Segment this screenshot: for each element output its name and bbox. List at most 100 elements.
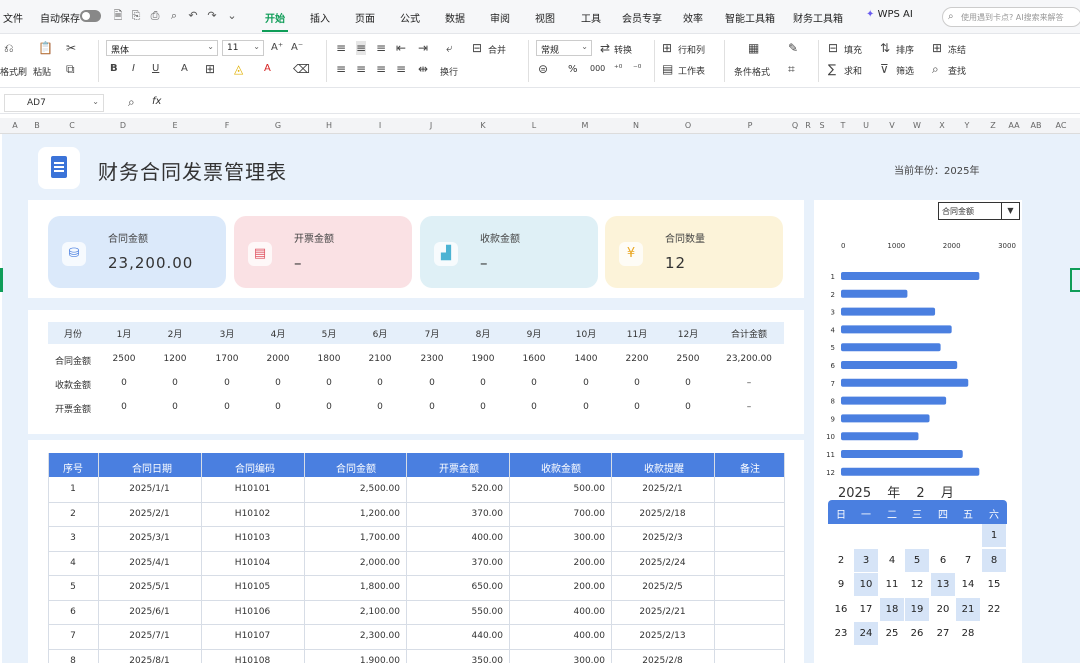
calendar-day[interactable]: 14 <box>956 573 980 596</box>
column-header-c[interactable]: C <box>69 121 75 130</box>
calendar-day[interactable]: 5 <box>905 548 929 572</box>
column-header-aa[interactable]: AA <box>1008 121 1019 130</box>
sort-icon[interactable]: ⇅ <box>880 41 890 55</box>
calendar-day[interactable]: 13 <box>931 573 955 596</box>
wrap-text-button[interactable]: 换行 <box>440 65 458 78</box>
find-button[interactable]: 查找 <box>948 64 966 77</box>
merge-button[interactable]: 合并 <box>488 43 506 56</box>
autosave-toggle[interactable] <box>80 10 101 22</box>
fill-color-icon[interactable]: ◬ <box>234 62 243 76</box>
clear-format-icon[interactable]: ⌫ <box>293 62 310 76</box>
column-header-h[interactable]: H <box>326 121 332 130</box>
calendar-day[interactable]: 26 <box>905 622 929 645</box>
sort-button[interactable]: 排序 <box>896 43 914 56</box>
convert-button[interactable]: 转换 <box>614 43 632 56</box>
tab-view[interactable]: 视图 <box>535 10 555 25</box>
table-style-icon[interactable]: ⌗ <box>788 62 795 76</box>
calendar-day[interactable]: 11 <box>880 573 904 596</box>
italic-icon[interactable]: I <box>132 62 135 76</box>
column-header-t[interactable]: T <box>841 121 846 130</box>
column-header-i[interactable]: I <box>379 121 381 130</box>
number-format-select[interactable]: 常规 ⌄ <box>536 40 592 56</box>
column-header-z[interactable]: Z <box>990 121 995 130</box>
column-header-x[interactable]: X <box>939 121 944 130</box>
tab-home[interactable]: 开始 <box>265 10 285 25</box>
merge-icon[interactable]: ⊟ <box>472 41 482 55</box>
column-header-l[interactable]: L <box>532 121 536 130</box>
thousands-button[interactable]: 000 <box>590 64 605 73</box>
percent-button[interactable]: % <box>568 64 578 75</box>
sum-icon[interactable]: ∑ <box>828 62 836 76</box>
format-painter-icon[interactable]: ⎌ <box>4 41 14 55</box>
justify-icon[interactable]: ≡ <box>396 62 406 76</box>
save-icon[interactable]: 🗎 <box>112 10 124 22</box>
column-header-u[interactable]: U <box>863 121 869 130</box>
align-left-icon[interactable]: ≡ <box>336 62 346 76</box>
column-header-b[interactable]: B <box>34 121 40 130</box>
filter-button[interactable]: 筛选 <box>896 64 914 77</box>
format-painter-button[interactable]: 格式刷 <box>0 65 27 78</box>
metric-dropdown[interactable]: 合同金额 ▼ <box>938 202 1020 220</box>
column-header-j[interactable]: J <box>430 121 432 130</box>
conditional-format-button[interactable]: 条件格式 <box>734 65 770 78</box>
calendar-day[interactable]: 6 <box>931 549 955 572</box>
calendar-day[interactable]: 10 <box>854 573 878 596</box>
print-preview-icon[interactable]: ⌕ <box>168 10 180 22</box>
decrease-font-icon[interactable]: A⁻ <box>291 41 303 55</box>
calendar-day[interactable]: 24 <box>854 622 878 645</box>
calendar-day[interactable]: 4 <box>880 549 904 572</box>
currency-icon[interactable]: ⊜ <box>538 62 548 76</box>
calendar-day[interactable]: 23 <box>829 622 853 645</box>
find-icon[interactable]: ⌕ <box>932 62 939 76</box>
border-icon[interactable]: ⊞ <box>205 62 215 76</box>
font-name-select[interactable]: 黑体 ⌄ <box>106 40 218 56</box>
sum-button[interactable]: 求和 <box>844 64 862 77</box>
column-header-v[interactable]: V <box>889 121 894 130</box>
bold-icon[interactable]: B <box>110 62 118 76</box>
tab-formula[interactable]: 公式 <box>400 10 420 25</box>
align-center-icon[interactable]: ≡ <box>356 62 366 76</box>
tab-data[interactable]: 数据 <box>445 10 465 25</box>
tab-review[interactable]: 审阅 <box>490 10 510 25</box>
redo-icon[interactable]: ↷ <box>206 10 218 22</box>
row-col-button[interactable]: 行和列 <box>678 43 705 56</box>
chevron-down-icon[interactable]: ⌄ <box>226 10 238 22</box>
tab-efficiency[interactable]: 效率 <box>683 10 703 25</box>
insert-function-button[interactable]: fx <box>152 96 161 107</box>
calendar-day[interactable]: 20 <box>931 598 955 621</box>
conditional-format-icon[interactable]: ▦ <box>748 41 759 55</box>
undo-icon[interactable]: ↶ <box>187 10 199 22</box>
zoom-icon[interactable]: ⌕ <box>128 95 135 109</box>
row-col-icon[interactable]: ⊞ <box>662 41 672 55</box>
font-color-icon[interactable]: A <box>264 62 271 76</box>
paste-button[interactable]: 粘贴 <box>33 65 51 78</box>
calendar-day[interactable]: 21 <box>956 597 980 621</box>
calendar-day[interactable]: 22 <box>982 598 1006 621</box>
wps-ai-button[interactable]: ✦ WPS AI <box>866 9 913 20</box>
calendar-day[interactable]: 28 <box>956 622 980 645</box>
column-header-r[interactable]: R <box>805 121 811 130</box>
print-icon[interactable]: ⎙ <box>149 10 161 22</box>
tab-insert[interactable]: 插入 <box>310 10 330 25</box>
formula-input[interactable] <box>172 94 1072 112</box>
calendar-day[interactable]: 15 <box>982 573 1006 596</box>
tab-page[interactable]: 页面 <box>355 10 375 25</box>
paste-icon[interactable]: 📋 <box>38 41 53 55</box>
align-bottom-icon[interactable]: ≡ <box>376 41 386 55</box>
name-box[interactable]: AD7 ⌄ <box>4 94 104 112</box>
calendar-day[interactable]: 8 <box>982 548 1006 572</box>
column-header-p[interactable]: P <box>748 121 753 130</box>
underline-icon[interactable]: U <box>152 62 159 76</box>
indent-increase-icon[interactable]: ⇥ <box>418 41 428 55</box>
calendar-day[interactable]: 17 <box>854 598 878 621</box>
distributed-icon[interactable]: ⇹ <box>418 62 428 76</box>
align-right-icon[interactable]: ≡ <box>376 62 386 76</box>
align-middle-icon[interactable]: ≡ <box>356 41 367 55</box>
column-header-q[interactable]: Q <box>792 121 798 130</box>
calendar-day[interactable]: 16 <box>829 598 853 621</box>
column-header-n[interactable]: N <box>633 121 639 130</box>
column-header-ab[interactable]: AB <box>1031 121 1042 130</box>
tab-finance-toolbox[interactable]: 财务工具箱 <box>793 10 843 25</box>
calendar-day[interactable]: 25 <box>880 622 904 645</box>
align-top-icon[interactable]: ≡ <box>336 41 346 55</box>
